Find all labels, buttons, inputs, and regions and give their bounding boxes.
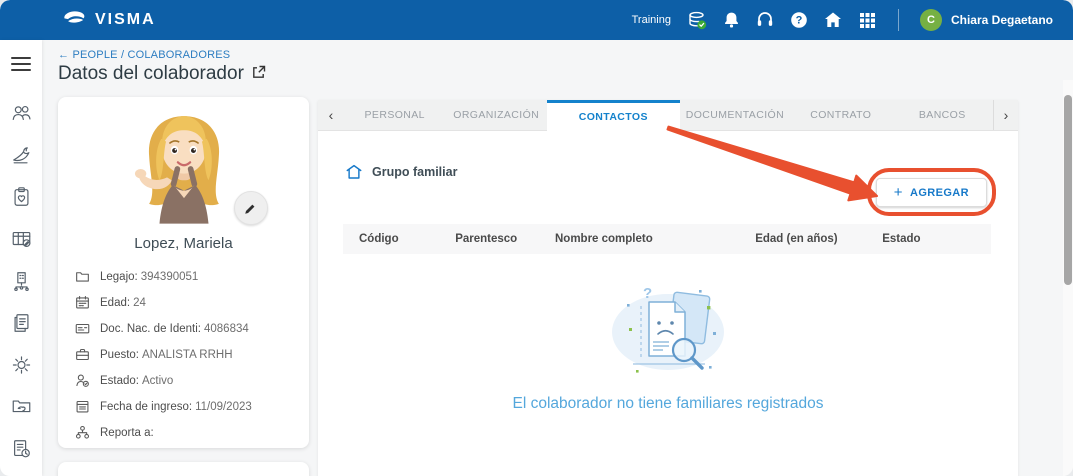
sidebar-item-health[interactable] <box>9 186 33 208</box>
environment-label: Training <box>631 14 671 26</box>
edit-avatar-button[interactable] <box>233 191 268 225</box>
tab-bar: ‹ PERSONAL ORGANIZACIÓN CONTACTOS DOCUME… <box>318 100 1018 131</box>
section-title: Grupo familiar <box>372 165 458 179</box>
settings-gear-icon <box>12 356 30 374</box>
page-title: Datos del colaborador <box>58 63 244 84</box>
employees-icon <box>12 105 31 121</box>
field-reporta-a: Reporta a: <box>75 425 309 440</box>
sidebar-item-licenses[interactable] <box>9 144 33 166</box>
sidebar <box>0 40 42 476</box>
scrollbar-thumb[interactable] <box>1064 95 1072 285</box>
document-clock-icon <box>13 440 30 458</box>
scrollbar-track[interactable] <box>1063 80 1073 476</box>
user-name: Chiara Degaetano <box>950 13 1053 27</box>
annotation-ellipse: + AGREGAR <box>866 168 997 216</box>
field-edad: Edad: 24 <box>75 295 309 310</box>
database-status-icon[interactable] <box>688 11 707 30</box>
tab-contactos[interactable]: CONTACTOS <box>546 100 680 131</box>
field-puesto: Puesto: ANALISTA RRHH <box>75 347 309 362</box>
visma-logo[interactable]: VISMA <box>62 9 156 31</box>
back-arrow-icon: ← <box>58 49 70 61</box>
tab-organizacion[interactable]: ORGANIZACIÓN <box>445 100 546 130</box>
brand-name: VISMA <box>95 11 156 28</box>
agregar-button[interactable]: + AGREGAR <box>875 178 987 207</box>
visma-swoosh-icon <box>62 9 88 31</box>
pencil-icon <box>245 204 255 214</box>
app-window: VISMA Training ? C Chiara Degaetano ← PE… <box>0 0 1073 476</box>
field-documento: Doc. Nac. de Identi: 4086834 <box>75 321 309 336</box>
detail-panel: ‹ PERSONAL ORGANIZACIÓN CONTACTOS DOCUME… <box>318 100 1018 476</box>
svg-text:?: ? <box>796 15 803 27</box>
house-icon <box>346 164 362 179</box>
clipboard-heart-icon <box>13 187 29 206</box>
topbar-divider <box>897 9 899 31</box>
calendar-icon <box>76 295 89 309</box>
sidebar-item-employees[interactable] <box>9 102 33 124</box>
sidebar-item-settings[interactable] <box>9 354 33 376</box>
apps-grid-icon[interactable] <box>858 11 877 30</box>
empty-state: ? El colaborador no tiene familiares reg… <box>318 278 1018 413</box>
svg-text:?: ? <box>643 285 652 302</box>
field-estado: Estado: Activo <box>75 373 309 388</box>
breadcrumb[interactable]: ← PEOPLE / COLABORADORES <box>58 49 230 61</box>
profile-card: Lopez, Mariela Legajo: 394390051 Edad: 24 … <box>58 97 309 448</box>
organization-icon <box>13 272 29 292</box>
user-avatar: C <box>919 9 942 31</box>
external-link-icon[interactable] <box>252 65 266 84</box>
content-area: ← PEOPLE / COLABORADORES Datos del colab… <box>42 40 1073 476</box>
secondary-card <box>58 462 309 476</box>
tab-contrato[interactable]: CONTRATO <box>790 100 891 130</box>
tab-personal[interactable]: PERSONAL <box>344 100 445 130</box>
no-results-illustration: ? <box>612 285 724 373</box>
home-icon[interactable] <box>824 11 843 30</box>
sidebar-item-time-records[interactable] <box>9 438 33 460</box>
tab-documentacion[interactable]: DOCUMENTACIÓN <box>680 100 790 130</box>
field-fecha-ingreso: Fecha de ingreso: 11/09/2023 <box>75 399 309 414</box>
menu-icon[interactable] <box>11 53 31 75</box>
documents-icon <box>13 314 29 332</box>
employee-name: Lopez, Mariela <box>134 235 233 252</box>
tabs-next-chevron-icon[interactable]: › <box>993 100 1018 130</box>
topbar: VISMA Training ? C Chiara Degaetano <box>0 0 1073 40</box>
tabs-prev-chevron-icon[interactable]: ‹ <box>318 100 344 130</box>
schedule-icon <box>76 400 89 413</box>
id-card-icon <box>75 323 90 334</box>
family-table-header: Código Parentesco Nombre completo Edad (… <box>343 224 991 254</box>
help-icon[interactable]: ? <box>790 11 809 30</box>
briefcase-icon <box>76 348 89 361</box>
hierarchy-icon <box>75 425 90 439</box>
payroll-table-icon <box>12 231 30 248</box>
folder-icon <box>76 272 89 282</box>
sidebar-item-payroll[interactable] <box>9 228 33 250</box>
headset-icon[interactable] <box>756 11 775 30</box>
field-legajo: Legajo: 394390051 <box>75 269 309 284</box>
sidebar-item-organization[interactable] <box>9 270 33 292</box>
plus-icon: + <box>893 184 903 201</box>
sidebar-item-documents[interactable] <box>9 312 33 334</box>
tab-bancos[interactable]: BANCOS <box>892 100 993 130</box>
user-menu[interactable]: C Chiara Degaetano <box>919 9 1053 31</box>
employee-avatar <box>134 116 219 224</box>
folders-sync-icon <box>12 400 30 413</box>
person-status-icon <box>76 374 89 387</box>
sidebar-item-processes[interactable] <box>9 396 33 418</box>
dove-hand-icon <box>12 147 29 164</box>
empty-message: El colaborador no tiene familiares regis… <box>512 395 824 412</box>
bell-icon[interactable] <box>722 11 741 30</box>
